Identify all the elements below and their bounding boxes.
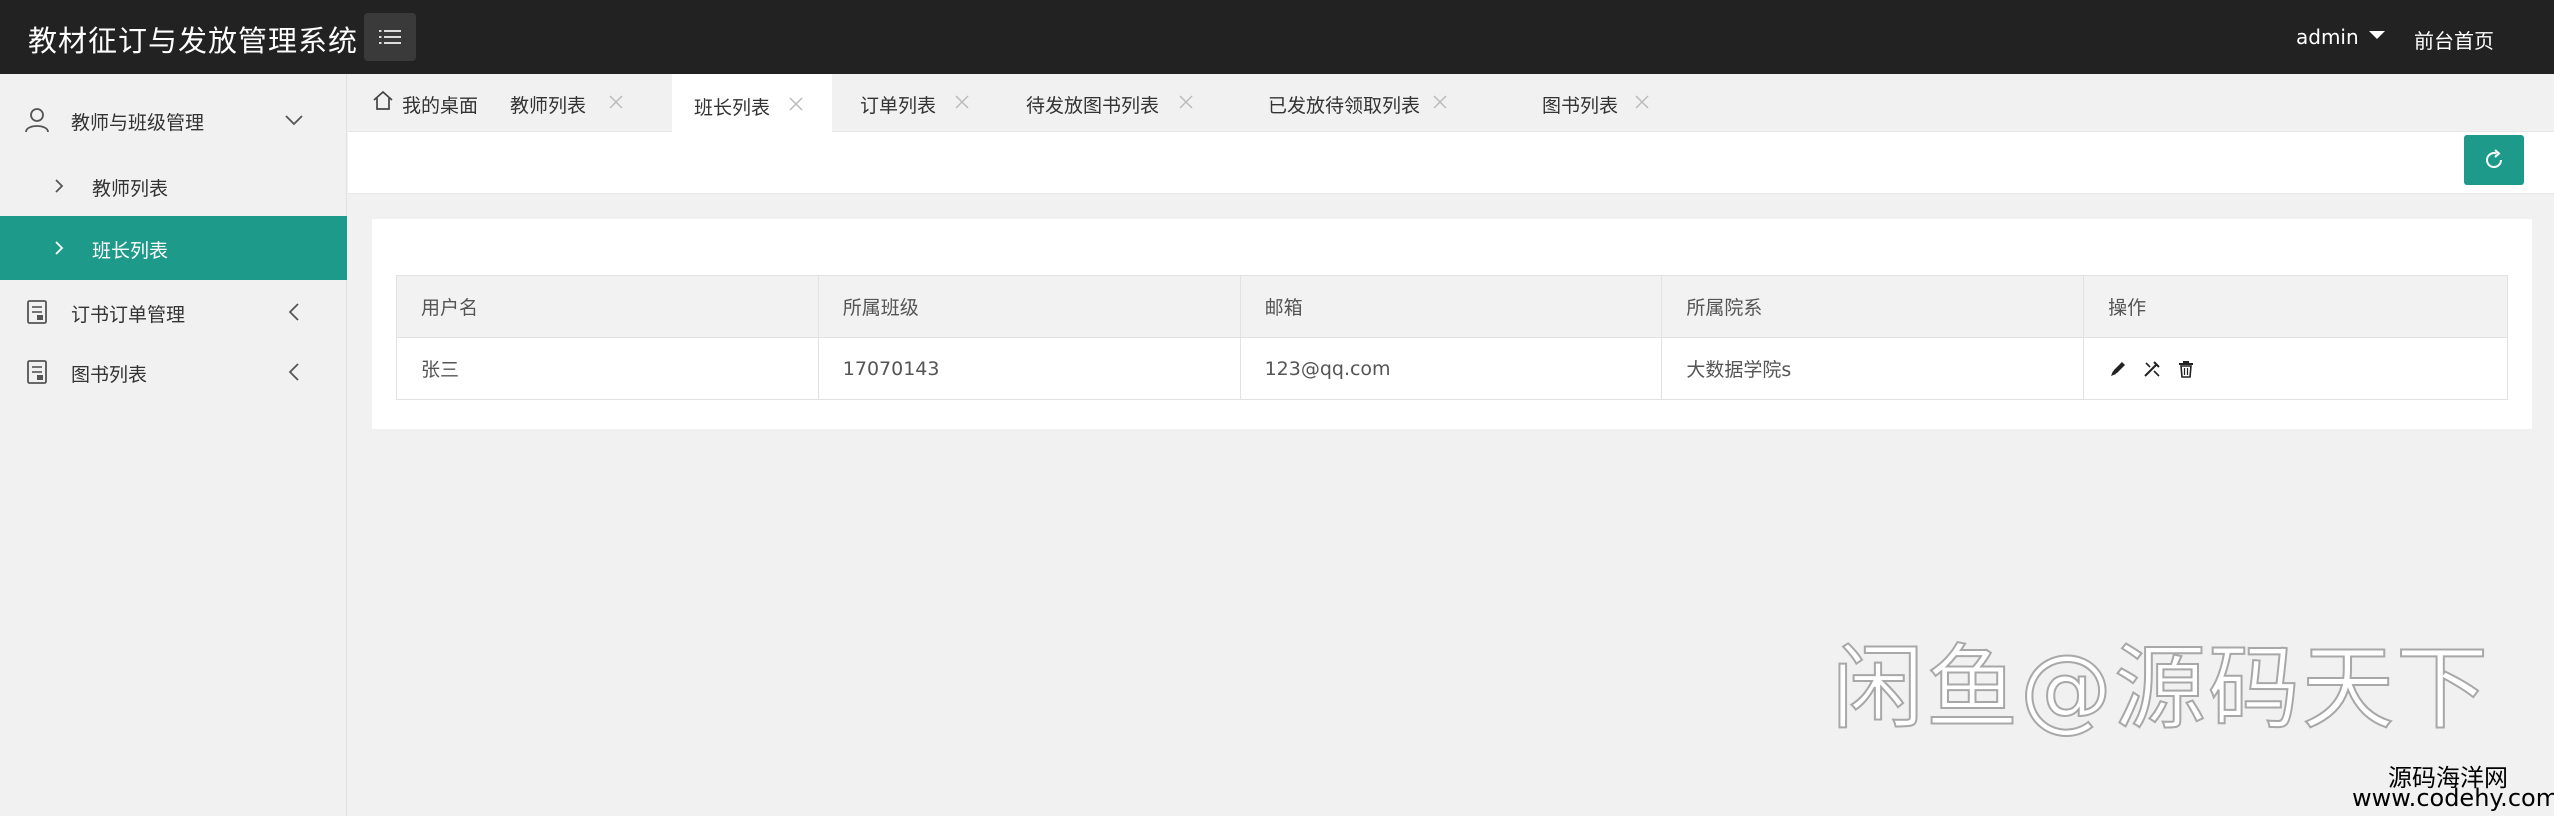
sidebar-group-order-management[interactable]: 订书订单管理	[0, 282, 347, 342]
cell-department: 大数据学院s	[1661, 337, 2085, 400]
tab-label: 教师列表	[510, 95, 587, 117]
user-icon	[25, 108, 49, 133]
list-icon	[379, 30, 401, 44]
close-icon[interactable]	[1178, 94, 1194, 110]
chevron-right-icon	[55, 179, 64, 193]
close-icon[interactable]	[608, 94, 624, 110]
tab-pending-books[interactable]: 待发放图书列表	[1008, 74, 1238, 132]
watermark-main: 闲鱼@源码天下	[1831, 634, 2491, 743]
close-icon[interactable]	[1634, 94, 1650, 110]
tab-order-list[interactable]: 订单列表	[840, 74, 1008, 132]
tab-label: 图书列表	[1542, 95, 1619, 117]
tab-issued-unclaimed[interactable]: 已发放待领取列表	[1238, 74, 1482, 132]
close-icon[interactable]	[1432, 94, 1448, 110]
tab-label: 班长列表	[694, 97, 771, 119]
document-icon	[27, 360, 47, 384]
monitor-table: 用户名 所属班级 邮箱 所属院系 操作 张三 17070143 123@qq.c…	[396, 275, 2508, 400]
chevron-left-icon	[288, 363, 299, 381]
sidebar-group-label: 教师与班级管理	[71, 112, 205, 134]
top-header: 教材征订与发放管理系统 admin 前台首页	[0, 0, 2554, 74]
home-icon	[373, 90, 393, 110]
user-menu[interactable]: admin	[2296, 25, 2385, 49]
sidebar: 教师与班级管理 教师列表 班长列表 订书订单管理 图书列表	[0, 74, 347, 816]
content-card: 用户名 所属班级 邮箱 所属院系 操作 张三 17070143 123@qq.c…	[372, 219, 2532, 429]
sidebar-item-monitor-list[interactable]: 班长列表	[0, 216, 347, 280]
tab-label: 我的桌面	[402, 95, 479, 117]
column-header-class: 所属班级	[817, 275, 1241, 338]
chevron-left-icon	[288, 303, 299, 321]
tab-book-list[interactable]: 图书列表	[1482, 74, 1658, 132]
chevron-right-icon	[55, 241, 64, 255]
sidebar-group-book-list[interactable]: 图书列表	[0, 342, 347, 402]
app-title: 教材征订与发放管理系统	[28, 24, 359, 58]
column-header-username: 用户名	[396, 275, 819, 338]
cell-class: 17070143	[817, 337, 1241, 400]
sidebar-item-teacher-list[interactable]: 教师列表	[0, 154, 347, 218]
sidebar-group-label: 订书订单管理	[71, 304, 186, 326]
column-header-actions: 操作	[2083, 275, 2508, 338]
home-link[interactable]: 前台首页	[2414, 25, 2494, 54]
sidebar-group-label: 图书列表	[71, 364, 148, 386]
tab-bar: 我的桌面 教师列表 班长列表 订单列表 待发放图书列表 已发放待领取列表 图书列…	[348, 74, 2554, 132]
reset-icon[interactable]	[2142, 359, 2162, 379]
close-icon[interactable]	[954, 94, 970, 110]
edit-icon[interactable]	[2108, 359, 2128, 379]
sidebar-item-label: 班长列表	[92, 240, 169, 262]
tab-monitor-list[interactable]: 班长列表	[672, 74, 832, 132]
menu-toggle-button[interactable]	[364, 13, 416, 61]
tab-teacher-list[interactable]: 教师列表	[484, 74, 652, 132]
close-icon[interactable]	[788, 96, 804, 112]
tab-label: 订单列表	[860, 95, 937, 117]
column-header-email: 邮箱	[1239, 275, 1663, 338]
delete-icon[interactable]	[2176, 359, 2196, 379]
refresh-button[interactable]	[2464, 135, 2524, 185]
tab-label: 已发放待领取列表	[1268, 95, 1421, 117]
refresh-icon	[2486, 149, 2503, 169]
table-header-row: 用户名 所属班级 邮箱 所属院系 操作	[396, 275, 2508, 338]
cell-username: 张三	[396, 337, 819, 400]
tab-label: 待发放图书列表	[1026, 95, 1160, 117]
cell-email: 123@qq.com	[1239, 337, 1663, 400]
table-row: 张三 17070143 123@qq.com 大数据学院s	[396, 337, 2508, 400]
caret-down-icon	[2368, 31, 2385, 39]
tab-my-desktop[interactable]: 我的桌面	[348, 74, 484, 132]
cell-actions	[2083, 337, 2508, 400]
user-name: admin	[2296, 25, 2359, 49]
watermark-site-url: www.codehy.com	[2352, 784, 2554, 812]
sidebar-group-teacher-class[interactable]: 教师与班级管理	[0, 90, 347, 150]
toolbar	[348, 132, 2554, 194]
column-header-department: 所属院系	[1661, 275, 2085, 338]
document-icon	[27, 300, 47, 324]
chevron-down-icon	[285, 115, 303, 126]
sidebar-item-label: 教师列表	[92, 178, 169, 200]
